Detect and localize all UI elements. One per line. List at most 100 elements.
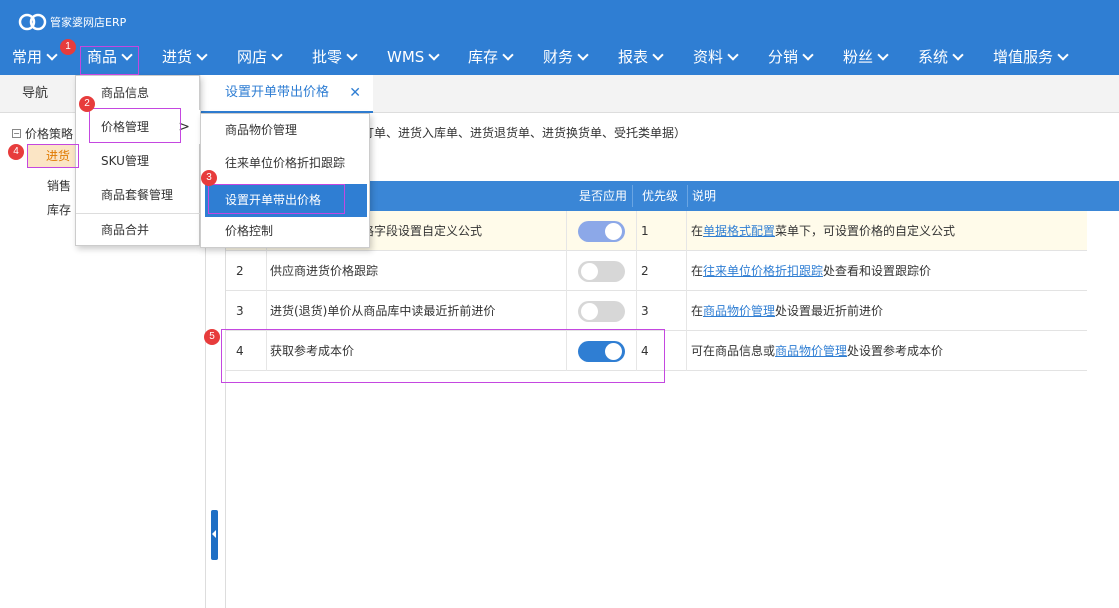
row-priority: 3 bbox=[641, 304, 649, 318]
nav-item-finance[interactable]: 财务 bbox=[543, 40, 589, 75]
header-separator bbox=[687, 185, 688, 207]
tab-price-setting[interactable]: 设置开单带出价格 ✕ bbox=[201, 75, 373, 113]
step-badge: 1 bbox=[60, 39, 76, 55]
row-note: 可在商品信息或商品物价管理处设置参考成本价 bbox=[691, 331, 943, 371]
note-text: 可在商品信息或 bbox=[691, 344, 776, 358]
enable-toggle[interactable] bbox=[578, 261, 625, 282]
nav-label: 分销 bbox=[768, 48, 799, 66]
nav-label: 网店 bbox=[237, 48, 268, 66]
tree-root[interactable]: − 价格策略 bbox=[12, 125, 73, 142]
tree-item-inventory[interactable]: 库存 bbox=[47, 201, 71, 218]
cell-separator bbox=[566, 211, 567, 251]
chevron-down-icon bbox=[952, 49, 964, 61]
cell-separator bbox=[566, 291, 567, 331]
nav-item-distribution[interactable]: 分销 bbox=[768, 40, 814, 75]
menu-item-bundle[interactable]: 商品套餐管理 bbox=[76, 178, 200, 212]
chevron-down-icon bbox=[346, 49, 358, 61]
nav-item-value-added[interactable]: 增值服务 bbox=[993, 40, 1069, 75]
nav-label: 常用 bbox=[12, 48, 43, 66]
row-note: 在往来单位价格折扣跟踪处查看和设置跟踪价 bbox=[691, 251, 931, 291]
row-priority: 2 bbox=[641, 264, 649, 278]
chevron-down-icon bbox=[877, 49, 889, 61]
nav-item-purchase[interactable]: 进货 bbox=[162, 40, 208, 75]
note-link[interactable]: 商品物价管理 bbox=[775, 344, 847, 358]
nav-label: 批零 bbox=[312, 48, 343, 66]
note-text: 处设置最近折前进价 bbox=[775, 304, 884, 318]
cell-separator bbox=[686, 251, 687, 291]
chevron-down-icon bbox=[502, 49, 514, 61]
logo-icon bbox=[18, 13, 47, 31]
chevron-down-icon bbox=[652, 49, 664, 61]
row-priority: 1 bbox=[641, 224, 649, 238]
close-icon[interactable]: ✕ bbox=[349, 75, 361, 111]
cell-separator bbox=[686, 291, 687, 331]
collapse-splitter[interactable] bbox=[211, 510, 218, 560]
header-note: 说明 bbox=[692, 189, 717, 203]
header-enabled: 是否应用 bbox=[579, 189, 628, 203]
tab-navigation[interactable]: 导航 bbox=[22, 75, 48, 113]
nav-label: 粉丝 bbox=[843, 48, 874, 66]
header-priority: 优先级 bbox=[642, 189, 679, 203]
note-text: 菜单下，可设置价格的自定义公式 bbox=[775, 224, 956, 238]
cell-separator bbox=[636, 211, 637, 251]
toggle-knob bbox=[581, 263, 598, 280]
toggle-knob bbox=[605, 223, 622, 240]
note-text: 在 bbox=[691, 264, 704, 278]
note-link[interactable]: 商品物价管理 bbox=[703, 304, 775, 318]
highlight-box bbox=[89, 108, 181, 143]
nav-item-webstore[interactable]: 网店 bbox=[237, 40, 283, 75]
menu-item-merge[interactable]: 商品合并 bbox=[76, 213, 200, 247]
nav-label: 库存 bbox=[468, 48, 499, 66]
row-name: 供应商进货价格跟踪 bbox=[270, 264, 379, 278]
logo-text: 管家婆网店ERP bbox=[50, 16, 127, 29]
chevron-down-icon bbox=[428, 49, 440, 61]
cell-separator bbox=[266, 291, 267, 331]
cell-separator bbox=[636, 291, 637, 331]
menu-item-discount-tracking[interactable]: 往来单位价格折扣跟踪 bbox=[201, 147, 370, 180]
menu-item-price-control[interactable]: 价格控制 bbox=[201, 215, 370, 248]
top-header: 管家婆网店ERP 常用 商品 进货 网店 批零 WMS 库存 财务 报表 资料 … bbox=[0, 0, 1119, 75]
nav-label: WMS bbox=[387, 48, 425, 66]
menu-item-sku[interactable]: SKU管理 bbox=[76, 144, 200, 178]
nav-item-inventory[interactable]: 库存 bbox=[468, 40, 514, 75]
menu-item-price-admin[interactable]: 商品物价管理 bbox=[201, 114, 370, 147]
toggle-knob bbox=[581, 303, 598, 320]
step-badge: 4 bbox=[8, 144, 24, 160]
enable-toggle[interactable] bbox=[578, 221, 625, 242]
enable-toggle[interactable] bbox=[578, 301, 625, 322]
app-window: 管家婆网店ERP 常用 商品 进货 网店 批零 WMS 库存 财务 报表 资料 … bbox=[0, 0, 1119, 608]
nav-item-data[interactable]: 资料 bbox=[693, 40, 739, 75]
note-text: 在 bbox=[691, 304, 704, 318]
tab-label: 设置开单带出价格 bbox=[225, 85, 330, 100]
cell-separator bbox=[566, 251, 567, 291]
app-logo[interactable]: 管家婆网店ERP bbox=[18, 12, 126, 32]
row-note: 在商品物价管理处设置最近折前进价 bbox=[691, 291, 883, 331]
row-number: 3 bbox=[236, 304, 244, 318]
chevron-down-icon bbox=[577, 49, 589, 61]
nav-item-wholesale[interactable]: 批零 bbox=[312, 40, 358, 75]
cell-separator bbox=[266, 251, 267, 291]
row-note: 在单据格式配置菜单下，可设置价格的自定义公式 bbox=[691, 211, 955, 251]
nav-item-reports[interactable]: 报表 bbox=[618, 40, 664, 75]
chevron-down-icon bbox=[196, 49, 208, 61]
nav-label: 资料 bbox=[693, 48, 724, 66]
nav-item-common[interactable]: 常用 bbox=[12, 40, 58, 75]
highlight-box bbox=[27, 144, 79, 168]
header-separator bbox=[632, 185, 633, 207]
table-row[interactable]: 3 进货(退货)单价从商品库中读最近折前进价 3 在商品物价管理处设置最近折前进… bbox=[226, 291, 1087, 331]
nav-item-wms[interactable]: WMS bbox=[387, 40, 440, 75]
collapse-icon[interactable]: − bbox=[12, 129, 21, 138]
note-link[interactable]: 单据格式配置 bbox=[703, 224, 775, 238]
table-row[interactable]: 2 供应商进货价格跟踪 2 在往来单位价格折扣跟踪处查看和设置跟踪价 bbox=[226, 251, 1087, 291]
chevron-down-icon bbox=[46, 49, 58, 61]
nav-label: 增值服务 bbox=[993, 48, 1054, 66]
note-link[interactable]: 往来单位价格折扣跟踪 bbox=[703, 264, 823, 278]
highlight-box bbox=[80, 46, 139, 75]
tree-item-sales[interactable]: 销售 bbox=[47, 177, 71, 194]
nav-item-fans[interactable]: 粉丝 bbox=[843, 40, 889, 75]
nav-item-system[interactable]: 系统 bbox=[918, 40, 964, 75]
note-text: 在 bbox=[691, 224, 704, 238]
chevron-down-icon bbox=[802, 49, 814, 61]
step-badge: 5 bbox=[204, 329, 220, 345]
note-text: 处设置参考成本价 bbox=[847, 344, 944, 358]
